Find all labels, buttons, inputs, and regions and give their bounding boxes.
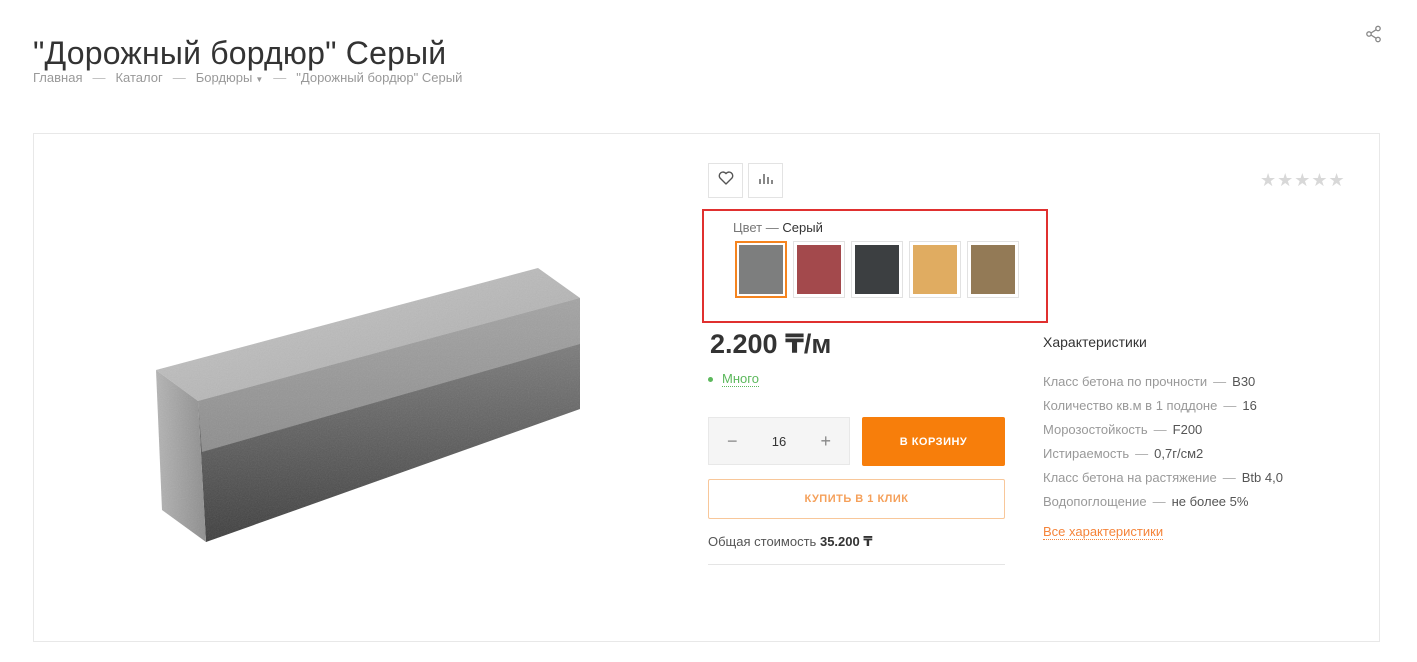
heart-icon (718, 171, 734, 190)
total-cost: Общая стоимость 35.200 ₸ (708, 534, 872, 550)
color-swatch-fill (855, 245, 899, 294)
breadcrumb-separator: — (172, 70, 186, 85)
breadcrumb-category[interactable]: Бордюры ▼ (196, 70, 264, 85)
color-swatch-fill (797, 245, 841, 294)
color-swatch[interactable] (909, 241, 961, 298)
breadcrumb-catalog[interactable]: Каталог (115, 70, 162, 85)
spec-row: Класс бетона на растяжение — Btb 4,0 (1043, 466, 1283, 490)
stock-dot-icon (708, 376, 713, 382)
spec-value: В30 (1232, 374, 1256, 389)
breadcrumb-current: "Дорожный бордюр" Серый (296, 70, 463, 85)
spec-row: Истираемость — 0,7г/см2 (1043, 442, 1283, 466)
product-price: 2.200 ₸/м (710, 329, 832, 359)
spec-row: Водопоглощение — не более 5% (1043, 490, 1283, 514)
spec-row: Количество кв.м в 1 поддоне — 16 (1043, 394, 1283, 418)
spec-row: Класс бетона по прочности — В30 (1043, 370, 1283, 394)
favorite-button[interactable] (708, 163, 743, 198)
spec-separator: — (1222, 470, 1236, 485)
compare-button[interactable] (748, 163, 783, 198)
spec-name: Класс бетона на растяжение (1043, 470, 1217, 485)
color-selected-value: Серый (782, 220, 823, 235)
color-label: Цвет — Серый (733, 220, 823, 235)
spec-name: Истираемость (1043, 446, 1130, 461)
quantity-minus-button[interactable]: − (727, 431, 738, 452)
bar-chart-icon (758, 171, 774, 190)
spec-name: Водопоглощение (1043, 494, 1147, 509)
color-swatch[interactable] (967, 241, 1019, 298)
spec-separator: — (1153, 422, 1167, 437)
color-swatch-fill (739, 245, 783, 294)
stock-status: Много (708, 371, 759, 387)
spec-separator: — (1152, 494, 1166, 509)
spec-row: Морозостойкость — F200 (1043, 418, 1283, 442)
spec-separator: — (1135, 446, 1149, 461)
rating-stars[interactable]: ★★★★★ (1260, 170, 1346, 191)
quantity-stepper: − 16 + (708, 417, 850, 465)
stock-text[interactable]: Много (722, 371, 759, 387)
spec-value: Btb 4,0 (1241, 470, 1283, 485)
color-label-separator: — (765, 220, 779, 235)
total-cost-value: 35.200 ₸ (819, 534, 873, 549)
spec-separator: — (1213, 374, 1227, 389)
color-swatch-fill (971, 245, 1015, 294)
breadcrumb: Главная — Каталог — Бордюры ▼ — "Дорожный… (33, 70, 462, 85)
breadcrumb-home[interactable]: Главная (33, 70, 82, 85)
caret-down-icon: ▼ (255, 75, 264, 84)
product-image[interactable] (154, 264, 594, 554)
spec-value: 16 (1242, 398, 1257, 413)
specs-title: Характеристики (1043, 334, 1147, 350)
color-label-text: Цвет (733, 220, 763, 235)
page-title: "Дорожный бордюр" Серый (33, 35, 447, 72)
spec-separator: — (1223, 398, 1237, 413)
spec-name: Класс бетона по прочности (1043, 374, 1208, 389)
breadcrumb-separator: — (92, 70, 106, 85)
specs-list: Класс бетона по прочности — В30 Количество … (1043, 370, 1283, 514)
breadcrumb-separator: — (273, 70, 287, 85)
buy-one-click-button[interactable]: КУПИТЬ В 1 КЛИК (708, 479, 1005, 519)
color-swatch[interactable] (735, 241, 787, 298)
color-swatch[interactable] (851, 241, 903, 298)
color-swatch[interactable] (793, 241, 845, 298)
quantity-plus-button[interactable]: + (820, 431, 831, 452)
color-swatch-fill (913, 245, 957, 294)
spec-name: Морозостойкость (1043, 422, 1148, 437)
total-cost-label: Общая стоимость (708, 534, 817, 549)
spec-name: Количество кв.м в 1 поддоне (1043, 398, 1218, 413)
all-specs-link[interactable]: Все характеристики (1043, 524, 1164, 540)
share-icon[interactable] (1364, 24, 1384, 44)
spec-value: не более 5% (1171, 494, 1249, 509)
add-to-cart-button[interactable]: В КОРЗИНУ (862, 417, 1005, 466)
breadcrumb-category-label: Бордюры (195, 70, 253, 85)
quantity-value[interactable]: 16 (772, 434, 786, 449)
spec-value: F200 (1172, 422, 1203, 437)
divider (708, 564, 1005, 565)
spec-value: 0,7г/см2 (1154, 446, 1204, 461)
product-card: ★★★★★ Цвет — Серый 2.200 ₸/м Много − 16 … (33, 133, 1380, 642)
